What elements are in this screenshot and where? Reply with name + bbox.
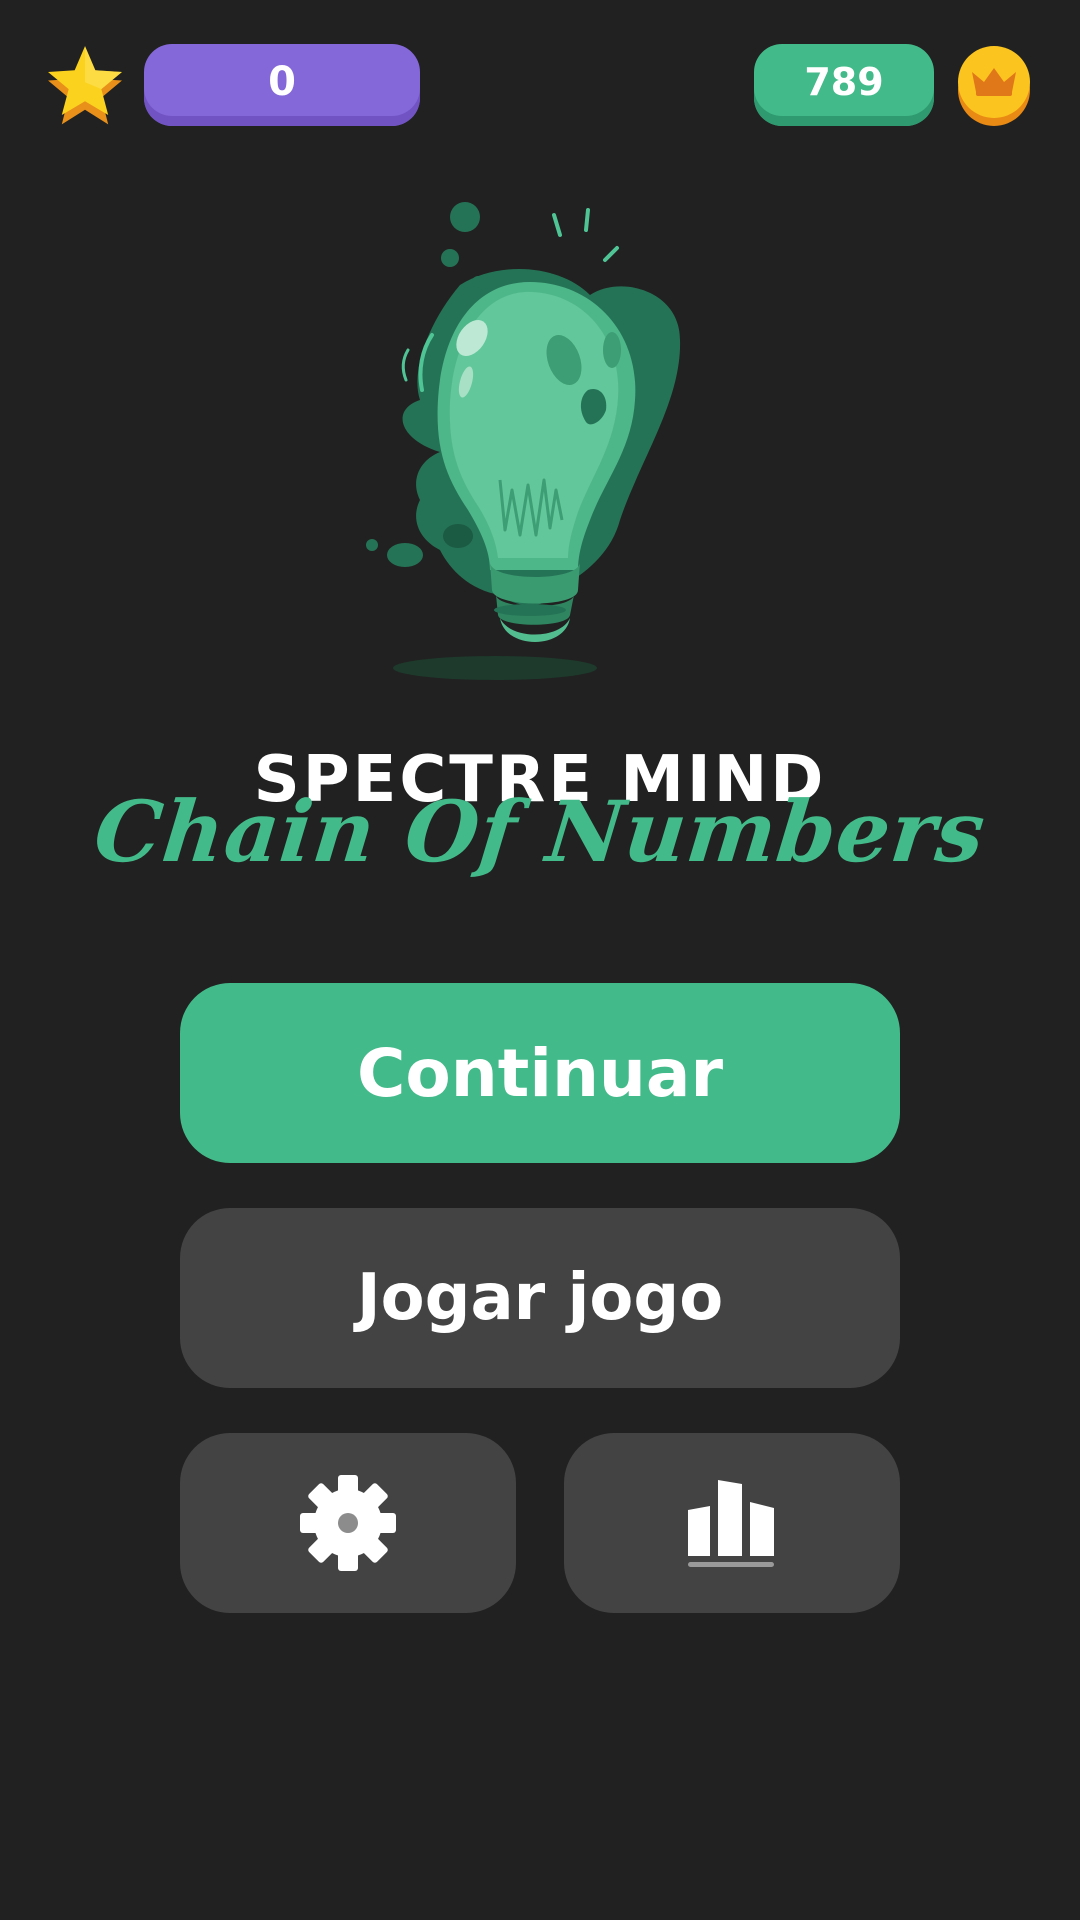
coins-counter: 789: [754, 44, 934, 126]
leaderboard-icon: [688, 1480, 774, 1567]
leaderboard-button[interactable]: [564, 1433, 900, 1613]
play-game-button[interactable]: Jogar jogo: [180, 1208, 900, 1388]
game-subtitle: Chain Of Numbers: [90, 782, 991, 881]
lightbulb-illustration: [366, 202, 681, 680]
star-icon: [48, 46, 122, 125]
play-game-button-label: Jogar jogo: [356, 1261, 724, 1335]
main-menu-screen: 0 789 SPECTRE MIND Chain Of Numbers Cont…: [0, 0, 1080, 1920]
continue-button-label: Continuar: [357, 1034, 723, 1112]
continue-button[interactable]: Continuar: [180, 983, 900, 1163]
stars-counter: 0: [144, 44, 420, 126]
gear-icon: [300, 1475, 396, 1571]
crown-coin-icon: [958, 46, 1030, 126]
settings-button[interactable]: [180, 1433, 516, 1613]
